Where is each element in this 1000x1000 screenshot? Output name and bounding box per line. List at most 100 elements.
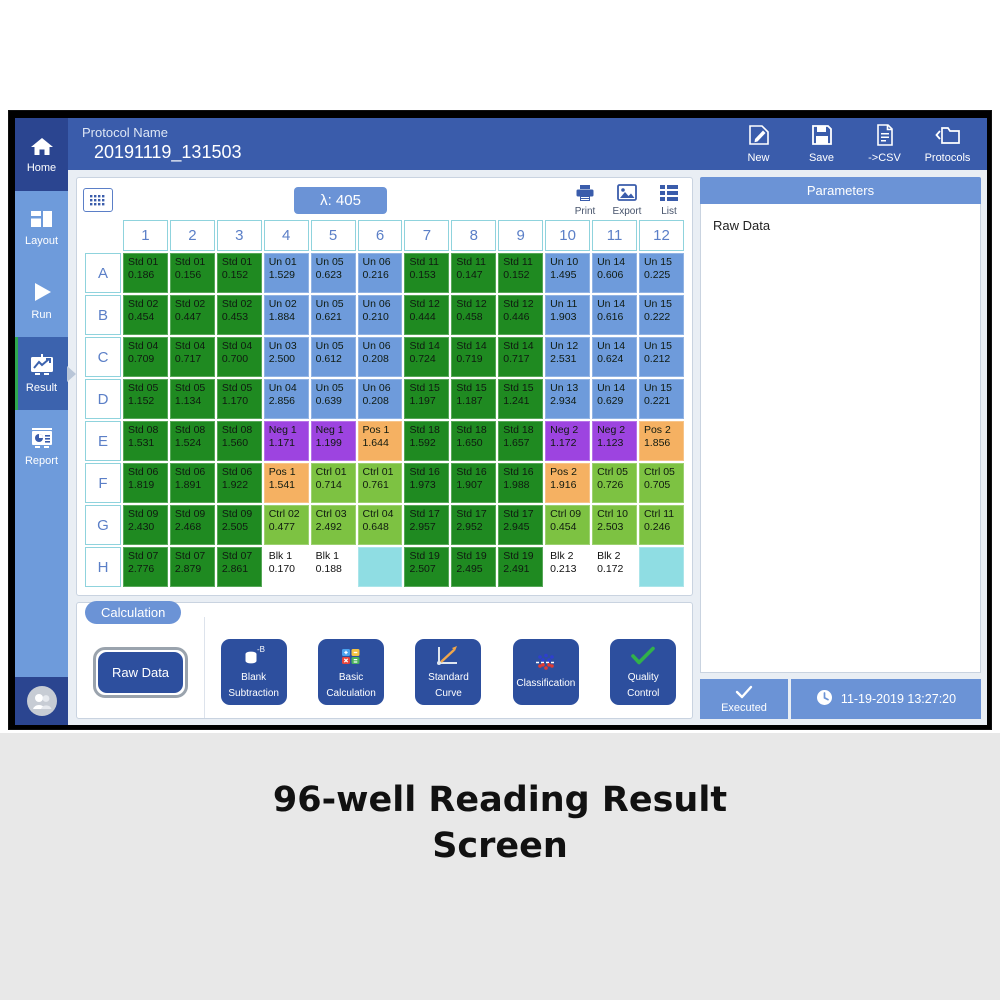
plate-well[interactable]: Ctrl 03 2.492 xyxy=(310,505,356,545)
plate-well[interactable]: Std 16 1.907 xyxy=(451,463,497,503)
plate-well[interactable]: Ctrl 02 0.477 xyxy=(263,505,309,545)
plate-well[interactable]: Std 12 0.458 xyxy=(451,295,497,335)
plate-well[interactable]: Blk 1 0.188 xyxy=(310,547,356,587)
plate-well[interactable]: Un 06 0.216 xyxy=(357,253,403,293)
sidebar-item-report[interactable]: Report xyxy=(15,410,68,483)
plate-well[interactable]: Std 08 1.531 xyxy=(123,421,168,461)
export-csv-button[interactable]: ->CSV xyxy=(855,124,914,164)
save-button[interactable]: Save xyxy=(792,124,851,164)
plate-grid-icon[interactable] xyxy=(83,188,113,212)
plate-well[interactable]: Ctrl 10 2.503 xyxy=(592,505,637,545)
plate-well[interactable]: Std 15 1.187 xyxy=(451,379,497,419)
sidebar-account-area[interactable] xyxy=(15,677,68,725)
plate-well[interactable]: Std 04 0.709 xyxy=(123,337,168,377)
plate-column-header[interactable]: 7 xyxy=(404,220,450,251)
plate-row-header[interactable]: H xyxy=(85,547,121,587)
plate-well[interactable]: Std 18 1.657 xyxy=(498,421,544,461)
plate-row-header[interactable]: D xyxy=(85,379,121,419)
blank-subtraction-button[interactable]: -B Blank Subtraction xyxy=(220,638,287,705)
raw-data-button[interactable]: Raw Data xyxy=(97,652,184,693)
plate-well[interactable]: Un 06 0.208 xyxy=(357,337,403,377)
plate-well[interactable]: Std 15 1.197 xyxy=(404,379,450,419)
plate-row-header[interactable]: B xyxy=(85,295,121,335)
plate-well[interactable]: Std 18 1.592 xyxy=(404,421,450,461)
plate-well[interactable]: Pos 2 1.916 xyxy=(545,463,591,503)
plate-well[interactable]: Un 14 0.629 xyxy=(592,379,637,419)
plate-column-header[interactable]: 10 xyxy=(545,220,591,251)
print-button[interactable]: Print xyxy=(568,184,602,217)
sidebar-item-layout[interactable]: Layout xyxy=(15,191,68,264)
plate-column-header[interactable]: 12 xyxy=(638,220,684,251)
sidebar-item-result[interactable]: Result xyxy=(15,337,68,410)
plate-well[interactable]: Un 15 0.221 xyxy=(638,379,684,419)
protocols-button[interactable]: Protocols xyxy=(918,124,977,164)
plate-well[interactable]: Pos 1 1.644 xyxy=(357,421,403,461)
plate-well[interactable]: Std 17 2.957 xyxy=(404,505,450,545)
plate-well[interactable]: Std 09 2.505 xyxy=(216,505,262,545)
plate-well[interactable]: Std 06 1.819 xyxy=(123,463,168,503)
plate-well[interactable]: Std 05 1.170 xyxy=(216,379,262,419)
plate-well[interactable]: Std 06 1.922 xyxy=(216,463,262,503)
plate-well[interactable]: Un 14 0.624 xyxy=(592,337,637,377)
plate-well[interactable]: Std 14 0.724 xyxy=(404,337,450,377)
plate-column-header[interactable]: 2 xyxy=(169,220,215,251)
plate-well[interactable]: Un 05 0.623 xyxy=(310,253,356,293)
plate-column-header[interactable]: 11 xyxy=(592,220,637,251)
plate-well[interactable]: Std 16 1.973 xyxy=(404,463,450,503)
wavelength-selector[interactable]: λ: 405 xyxy=(294,186,387,214)
plate-column-header[interactable]: 1 xyxy=(123,220,168,251)
plate-well[interactable]: Un 11 1.903 xyxy=(545,295,591,335)
plate-well[interactable]: Std 02 0.454 xyxy=(123,295,168,335)
plate-well[interactable]: Neg 2 1.172 xyxy=(545,421,591,461)
plate-well[interactable] xyxy=(638,547,684,587)
plate-well[interactable]: Std 05 1.134 xyxy=(169,379,215,419)
plate-well[interactable]: Std 15 1.241 xyxy=(498,379,544,419)
plate-well[interactable]: Pos 1 1.541 xyxy=(263,463,309,503)
plate-well[interactable]: Un 15 0.225 xyxy=(638,253,684,293)
plate-well[interactable]: Std 09 2.430 xyxy=(123,505,168,545)
plate-well[interactable]: Un 05 0.639 xyxy=(310,379,356,419)
plate-column-header[interactable]: 4 xyxy=(263,220,309,251)
plate-well[interactable]: Std 12 0.446 xyxy=(498,295,544,335)
plate-well[interactable]: Std 19 2.507 xyxy=(404,547,450,587)
plate-column-header[interactable]: 9 xyxy=(498,220,544,251)
plate-well[interactable]: Neg 2 1.123 xyxy=(592,421,637,461)
plate-row-header[interactable]: A xyxy=(85,253,121,293)
basic-calculation-button[interactable]: Basic Calculation xyxy=(318,638,385,705)
user-avatar-icon[interactable] xyxy=(26,686,57,716)
plate-well[interactable]: Std 07 2.879 xyxy=(169,547,215,587)
plate-column-header[interactable]: 6 xyxy=(357,220,403,251)
quality-control-button[interactable]: Quality Control xyxy=(610,638,677,705)
plate-well[interactable]: Std 07 2.776 xyxy=(123,547,168,587)
plate-well[interactable]: Ctrl 01 0.714 xyxy=(310,463,356,503)
plate-well[interactable]: Std 19 2.491 xyxy=(498,547,544,587)
plate-well[interactable]: Std 14 0.717 xyxy=(498,337,544,377)
plate-well[interactable]: Blk 2 0.172 xyxy=(592,547,637,587)
plate-well[interactable]: Ctrl 05 0.705 xyxy=(638,463,684,503)
plate-well[interactable]: Std 19 2.495 xyxy=(451,547,497,587)
plate-well[interactable]: Std 16 1.988 xyxy=(498,463,544,503)
plate-row-header[interactable]: F xyxy=(85,463,121,503)
plate-well[interactable]: Std 17 2.945 xyxy=(498,505,544,545)
plate-column-header[interactable]: 8 xyxy=(451,220,497,251)
plate-well[interactable]: Blk 1 0.170 xyxy=(263,547,309,587)
plate-well[interactable]: Std 17 2.952 xyxy=(451,505,497,545)
plate-well[interactable]: Std 18 1.650 xyxy=(451,421,497,461)
plate-well[interactable]: Std 08 1.524 xyxy=(169,421,215,461)
plate-well[interactable]: Un 06 0.208 xyxy=(357,379,403,419)
plate-well[interactable]: Std 01 0.186 xyxy=(123,253,168,293)
plate-row-header[interactable]: E xyxy=(85,421,121,461)
plate-well[interactable]: Ctrl 05 0.726 xyxy=(592,463,637,503)
plate-well[interactable]: Std 07 2.861 xyxy=(216,547,262,587)
plate-well[interactable]: Un 06 0.210 xyxy=(357,295,403,335)
plate-well[interactable]: Std 02 0.447 xyxy=(169,295,215,335)
plate-well[interactable]: Pos 2 1.856 xyxy=(638,421,684,461)
plate-well[interactable]: Std 06 1.891 xyxy=(169,463,215,503)
plate-well[interactable]: Un 14 0.606 xyxy=(592,253,637,293)
plate-well[interactable]: Un 14 0.616 xyxy=(592,295,637,335)
plate-well[interactable]: Un 05 0.612 xyxy=(310,337,356,377)
plate-well[interactable]: Std 08 1.560 xyxy=(216,421,262,461)
plate-well[interactable]: Un 01 1.529 xyxy=(263,253,309,293)
sidebar-item-run[interactable]: Run xyxy=(15,264,68,337)
plate-well[interactable]: Ctrl 04 0.648 xyxy=(357,505,403,545)
